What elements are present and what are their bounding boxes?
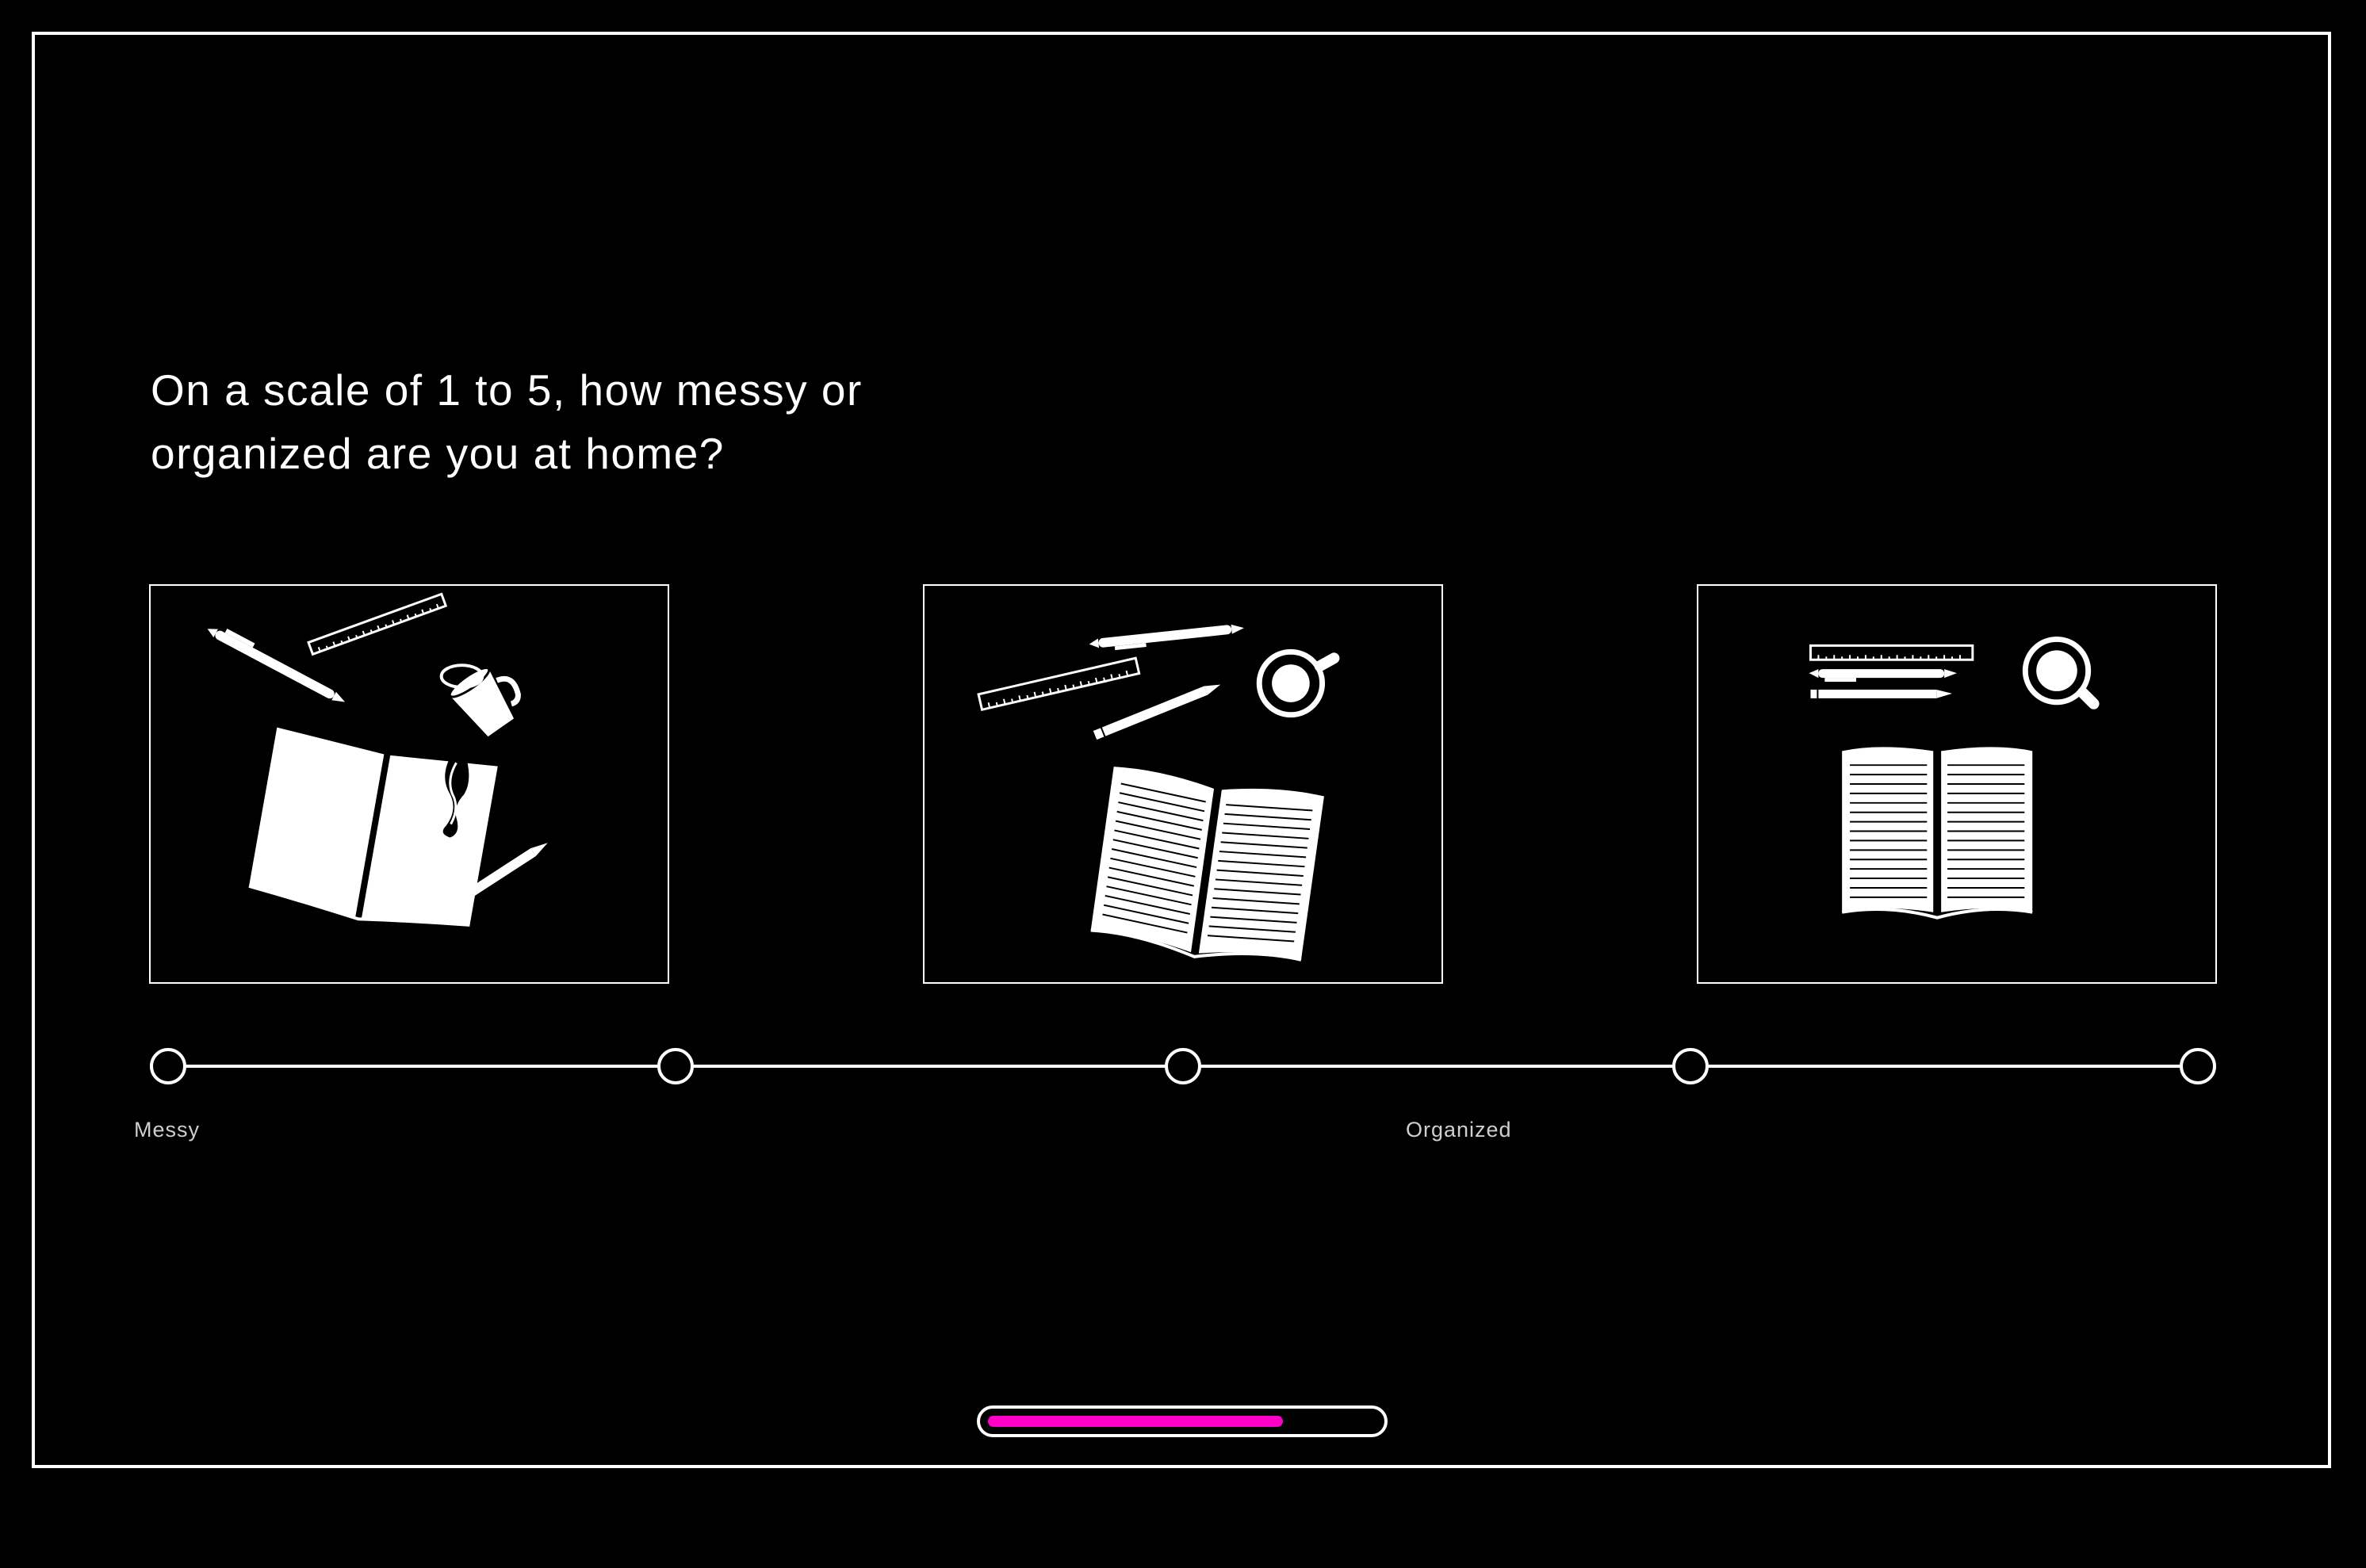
question-text: On a scale of 1 to 5, how messy or organ… bbox=[151, 365, 863, 478]
neutral-illustration-card[interactable] bbox=[923, 584, 1443, 984]
progress-bar-fill bbox=[988, 1416, 1283, 1427]
scale-option-2[interactable] bbox=[657, 1048, 694, 1084]
organized-desk-icon bbox=[1809, 636, 2100, 920]
scale-option-5[interactable] bbox=[2180, 1048, 2216, 1084]
scale-max-label: Organized bbox=[1406, 1118, 1512, 1142]
scale-option-3[interactable] bbox=[1165, 1048, 1201, 1084]
progress-bar bbox=[977, 1405, 1388, 1437]
messy-illustration-card[interactable] bbox=[149, 584, 669, 984]
semi-organized-desk-icon bbox=[977, 624, 1340, 962]
organized-illustration-card[interactable] bbox=[1697, 584, 2217, 984]
scale-option-4[interactable] bbox=[1672, 1048, 1709, 1084]
scale-min-label: Messy bbox=[134, 1118, 201, 1142]
scale-option-1[interactable] bbox=[150, 1048, 186, 1084]
messy-desk-icon bbox=[207, 592, 548, 927]
